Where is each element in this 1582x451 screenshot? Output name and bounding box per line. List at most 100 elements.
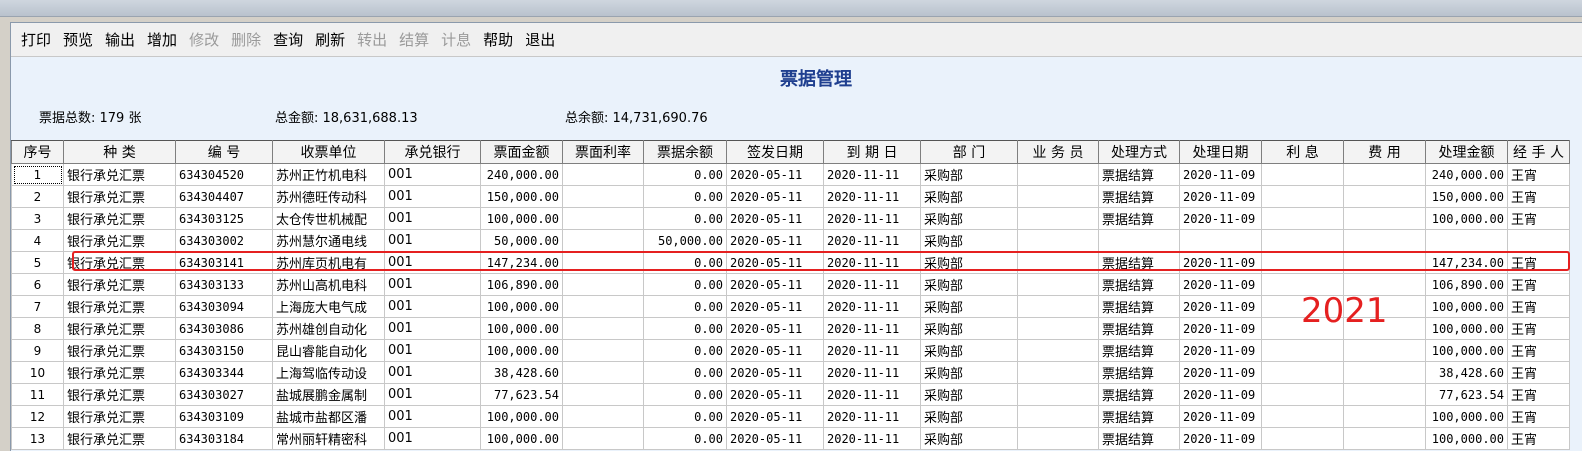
table-cell[interactable]: 票据结算	[1098, 251, 1180, 274]
table-cell[interactable]	[1343, 185, 1426, 208]
table-cell[interactable]: 2020-11-11	[823, 251, 921, 274]
table-cell[interactable]	[1343, 361, 1426, 384]
table-cell[interactable]: 票据结算	[1098, 185, 1180, 208]
table-cell[interactable]: 634303002	[175, 229, 273, 252]
table-cell[interactable]: 银行承兑汇票	[63, 273, 176, 296]
table-cell[interactable]	[562, 405, 644, 428]
table-cell[interactable]	[1343, 405, 1426, 428]
table-cell[interactable]	[1017, 251, 1099, 274]
table-cell[interactable]: 634304407	[175, 185, 273, 208]
table-cell[interactable]: 采购部	[920, 339, 1018, 362]
table-cell[interactable]: 0.00	[643, 207, 727, 230]
table-cell[interactable]: 0.00	[643, 339, 727, 362]
table-cell[interactable]: 王宵	[1507, 185, 1570, 208]
table-cell[interactable]	[1425, 229, 1508, 252]
table-cell[interactable]	[1017, 339, 1099, 362]
table-cell[interactable]	[1017, 405, 1099, 428]
table-cell[interactable]	[1343, 383, 1426, 406]
table-cell[interactable]: 001	[384, 383, 481, 406]
table-cell[interactable]: 634304520	[175, 163, 273, 186]
table-cell[interactable]: 100,000.00	[480, 317, 563, 340]
table-cell[interactable]: 2020-11-11	[823, 295, 921, 318]
table-cell[interactable]: 票据结算	[1098, 273, 1180, 296]
table-cell[interactable]: 2020-11-09	[1179, 405, 1262, 428]
table-cell[interactable]: 001	[384, 273, 481, 296]
table-cell[interactable]	[1017, 185, 1099, 208]
toolbar-button-10[interactable]: 计息	[435, 26, 477, 54]
table-cell[interactable]: 盐城展鹏金属制	[272, 383, 385, 406]
table-row[interactable]: 10 银行承兑汇票 634303344 上海驾临传动设 001 38,428.60 0.00…	[11, 361, 1570, 384]
table-cell[interactable]: 王宵	[1507, 339, 1570, 362]
table-row[interactable]: 13 银行承兑汇票 634303184 常州丽轩精密科 001 100,000.00 0.0…	[11, 427, 1570, 450]
table-cell[interactable]: 0.00	[643, 295, 727, 318]
table-cell[interactable]	[1507, 229, 1570, 252]
table-cell[interactable]: 票据结算	[1098, 427, 1180, 450]
table-cell[interactable]	[1017, 163, 1099, 186]
table-cell[interactable]: 上海庞大电气成	[272, 295, 385, 318]
table-cell[interactable]: 2020-11-09	[1179, 207, 1262, 230]
table-cell[interactable]: 银行承兑汇票	[63, 163, 176, 186]
toolbar-button-2[interactable]: 输出	[99, 26, 141, 54]
table-cell[interactable]	[562, 185, 644, 208]
table-cell[interactable]: 采购部	[920, 207, 1018, 230]
toolbar-button-12[interactable]: 退出	[519, 26, 561, 54]
table-cell[interactable]: 2	[11, 185, 64, 208]
table-cell[interactable]: 采购部	[920, 317, 1018, 340]
toolbar-button-9[interactable]: 结算	[393, 26, 435, 54]
table-cell[interactable]: 0.00	[643, 383, 727, 406]
table-cell[interactable]: 采购部	[920, 427, 1018, 450]
table-cell[interactable]: 150,000.00	[1425, 185, 1508, 208]
table-cell[interactable]: 38,428.60	[480, 361, 563, 384]
table-cell[interactable]: 2020-05-11	[726, 295, 824, 318]
table-cell[interactable]: 2020-05-11	[726, 405, 824, 428]
table-cell[interactable]: 票据结算	[1098, 317, 1180, 340]
table-cell[interactable]: 2020-11-09	[1179, 295, 1262, 318]
table-cell[interactable]: 银行承兑汇票	[63, 427, 176, 450]
table-cell[interactable]	[562, 229, 644, 252]
table-cell[interactable]: 77,623.54	[1425, 383, 1508, 406]
table-cell[interactable]: 6	[11, 273, 64, 296]
table-cell[interactable]: 634303086	[175, 317, 273, 340]
column-header-7[interactable]: 票据余额	[643, 140, 727, 164]
table-cell[interactable]	[562, 273, 644, 296]
table-cell[interactable]: 001	[384, 405, 481, 428]
table-cell[interactable]: 100,000.00	[1425, 339, 1508, 362]
table-cell[interactable]: 2020-11-09	[1179, 273, 1262, 296]
table-cell[interactable]: 太仓传世机械配	[272, 207, 385, 230]
table-cell[interactable]: 2020-11-09	[1179, 427, 1262, 450]
table-cell[interactable]: 王宵	[1507, 405, 1570, 428]
table-cell[interactable]: 001	[384, 339, 481, 362]
table-cell[interactable]	[1261, 163, 1344, 186]
table-cell[interactable]: 0.00	[643, 427, 727, 450]
table-cell[interactable]: 100,000.00	[1425, 317, 1508, 340]
table-cell[interactable]	[1261, 383, 1344, 406]
table-cell[interactable]: 1	[11, 163, 64, 186]
table-cell[interactable]: 77,623.54	[480, 383, 563, 406]
table-cell[interactable]: 王宵	[1507, 273, 1570, 296]
table-cell[interactable]: 100,000.00	[480, 427, 563, 450]
column-header-4[interactable]: 承兑银行	[384, 140, 481, 164]
table-cell[interactable]	[562, 295, 644, 318]
column-header-16[interactable]: 处理金额	[1425, 140, 1508, 164]
table-cell[interactable]	[1017, 229, 1099, 252]
table-cell[interactable]: 采购部	[920, 185, 1018, 208]
table-cell[interactable]: 采购部	[920, 229, 1018, 252]
table-cell[interactable]: 2020-05-11	[726, 273, 824, 296]
table-cell[interactable]: 50,000.00	[643, 229, 727, 252]
table-cell[interactable]: 2020-05-11	[726, 185, 824, 208]
table-cell[interactable]: 采购部	[920, 273, 1018, 296]
table-cell[interactable]	[1261, 405, 1344, 428]
table-cell[interactable]: 50,000.00	[480, 229, 563, 252]
table-row[interactable]: 5 银行承兑汇票 634303141 苏州库页机电有 001 147,234.00 0.00…	[11, 251, 1570, 274]
table-cell[interactable]: 昆山睿能自动化	[272, 339, 385, 362]
table-cell[interactable]: 100,000.00	[480, 207, 563, 230]
table-cell[interactable]: 001	[384, 229, 481, 252]
table-cell[interactable]: 0.00	[643, 163, 727, 186]
table-cell[interactable]: 106,890.00	[480, 273, 563, 296]
table-cell[interactable]	[1343, 163, 1426, 186]
table-cell[interactable]	[562, 163, 644, 186]
table-cell[interactable]: 0.00	[643, 185, 727, 208]
table-cell[interactable]	[562, 361, 644, 384]
table-cell[interactable]: 634303150	[175, 339, 273, 362]
table-cell[interactable]: 2020-11-09	[1179, 251, 1262, 274]
